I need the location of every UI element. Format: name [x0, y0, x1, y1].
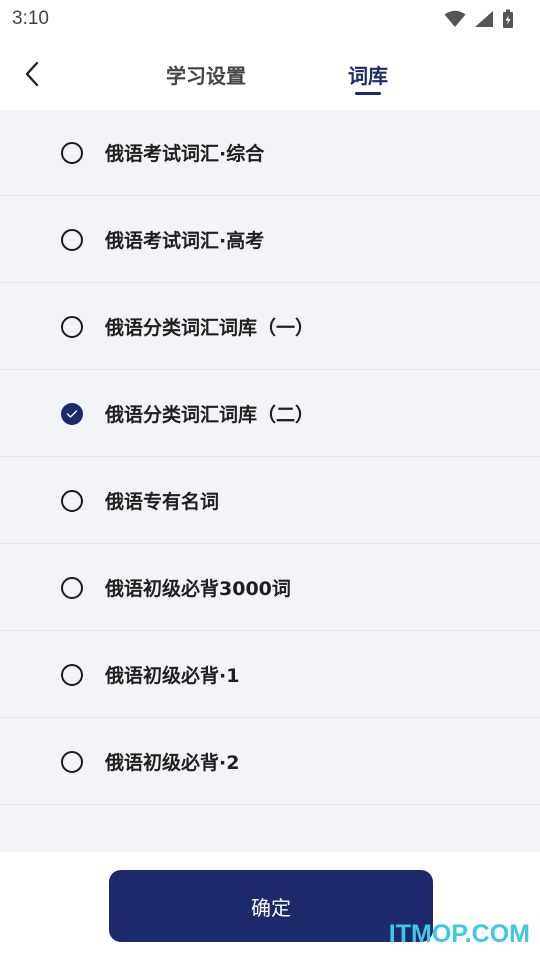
list-item[interactable]: 俄语考试词汇·综合: [0, 110, 540, 196]
check-icon: [66, 409, 78, 418]
list-item-label: 俄语考试词汇·高考: [105, 230, 265, 252]
radio-button[interactable]: [61, 489, 83, 512]
list-item[interactable]: 俄语考试词汇·高考: [0, 197, 540, 283]
list-item-label: 俄语分类词汇词库（二）: [105, 404, 315, 426]
bottom-bar: 确定 ITMOP.COM: [0, 852, 540, 960]
list-item[interactable]: 俄语初级必背·1: [0, 632, 540, 718]
battery-icon: [503, 9, 513, 28]
status-icons: [444, 9, 514, 29]
status-bar: 3:10: [0, 0, 540, 38]
list-item[interactable]: 俄语专有名词: [0, 458, 540, 544]
status-time: 3:10: [12, 8, 49, 29]
radio-button[interactable]: [61, 576, 83, 599]
confirm-button[interactable]: 确定: [109, 870, 433, 942]
back-button[interactable]: [14, 54, 50, 94]
list-item[interactable]: 俄语初级必背3000词: [0, 545, 540, 631]
list-item-label: 俄语专有名词: [105, 491, 220, 513]
word-library-list: 俄语考试词汇·综合 俄语考试词汇·高考 俄语分类词汇词库（一） 俄语分类词汇词库…: [0, 110, 540, 852]
list-item-label: 俄语考试词汇·综合: [105, 143, 265, 165]
list-item-label: 俄语分类词汇词库（一）: [105, 317, 315, 339]
radio-button[interactable]: [61, 228, 83, 251]
active-tab-indicator: [355, 92, 381, 95]
list-item-label: 俄语初级必背·1: [105, 665, 240, 687]
radio-button[interactable]: [61, 315, 83, 338]
wifi-icon: [444, 10, 466, 27]
radio-button-checked[interactable]: [61, 402, 83, 425]
list-item-label: 俄语初级必背3000词: [105, 578, 291, 600]
list-item[interactable]: 俄语分类词汇词库（一）: [0, 284, 540, 370]
radio-button[interactable]: [61, 663, 83, 686]
header: 学习设置 词库: [0, 38, 540, 110]
radio-button[interactable]: [61, 141, 83, 164]
list-item[interactable]: 俄语初级必背·2: [0, 719, 540, 805]
watermark: ITMOP.COM: [388, 920, 530, 948]
tab-study-settings[interactable]: 学习设置: [160, 60, 252, 100]
chevron-left-icon: [25, 61, 39, 87]
list-item[interactable]: 俄语分类词汇词库（二）: [0, 371, 540, 457]
radio-button[interactable]: [61, 750, 83, 773]
list-item-label: 俄语初级必背·2: [105, 752, 240, 774]
signal-icon: [475, 11, 493, 27]
